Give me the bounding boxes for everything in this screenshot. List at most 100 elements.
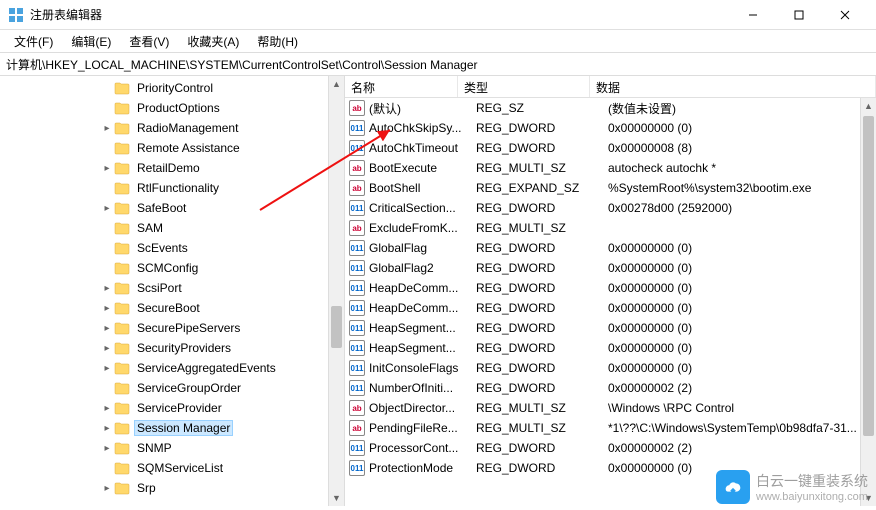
column-type[interactable]: 类型 xyxy=(458,76,590,97)
tree-item[interactable]: ▸SecureBoot xyxy=(4,298,344,318)
string-value-icon: ab xyxy=(349,220,365,236)
value-name: NumberOfIniti... xyxy=(369,381,476,395)
folder-icon xyxy=(114,81,130,95)
value-row[interactable]: abExcludeFromK...REG_MULTI_SZ xyxy=(345,218,876,238)
value-data: *1\??\C:\Windows\SystemTemp\0b98dfa7-31.… xyxy=(608,421,876,435)
value-type: REG_DWORD xyxy=(476,201,608,215)
folder-icon xyxy=(114,141,130,155)
column-name[interactable]: 名称 xyxy=(345,76,458,97)
tree-item[interactable]: PriorityControl xyxy=(4,78,344,98)
scroll-up-icon[interactable]: ▲ xyxy=(861,98,876,114)
minimize-button[interactable] xyxy=(730,0,776,30)
value-row[interactable]: 011AutoChkSkipSy...REG_DWORD0x00000000 (… xyxy=(345,118,876,138)
value-row[interactable]: 011AutoChkTimeoutREG_DWORD0x00000008 (8) xyxy=(345,138,876,158)
tree-scroll-thumb[interactable] xyxy=(331,306,342,348)
scroll-up-icon[interactable]: ▲ xyxy=(329,76,344,92)
value-row[interactable]: 011GlobalFlag2REG_DWORD0x00000000 (0) xyxy=(345,258,876,278)
tree-item-label: RtlFunctionality xyxy=(134,180,222,196)
value-name: HeapDeComm... xyxy=(369,281,476,295)
folder-icon xyxy=(114,341,130,355)
tree-item[interactable]: ▸SafeBoot xyxy=(4,198,344,218)
tree-item[interactable]: ServiceGroupOrder xyxy=(4,378,344,398)
value-row[interactable]: 011HeapDeComm...REG_DWORD0x00000000 (0) xyxy=(345,298,876,318)
binary-value-icon: 011 xyxy=(349,280,365,296)
value-type: REG_DWORD xyxy=(476,121,608,135)
folder-icon xyxy=(114,321,130,335)
value-row[interactable]: 011HeapSegment...REG_DWORD0x00000000 (0) xyxy=(345,318,876,338)
expand-arrow-icon xyxy=(100,241,114,255)
value-row[interactable]: 011NumberOfIniti...REG_DWORD0x00000002 (… xyxy=(345,378,876,398)
expand-arrow-icon[interactable]: ▸ xyxy=(100,321,114,335)
expand-arrow-icon[interactable]: ▸ xyxy=(100,201,114,215)
tree-item[interactable]: ▸Session Manager xyxy=(4,418,344,438)
address-bar[interactable]: 计算机\HKEY_LOCAL_MACHINE\SYSTEM\CurrentCon… xyxy=(0,52,876,76)
expand-arrow-icon[interactable]: ▸ xyxy=(100,361,114,375)
value-data: 0x00000000 (0) xyxy=(608,281,876,295)
value-row[interactable]: 011InitConsoleFlagsREG_DWORD0x00000000 (… xyxy=(345,358,876,378)
tree-item[interactable]: ▸RadioManagement xyxy=(4,118,344,138)
window-title: 注册表编辑器 xyxy=(30,6,102,23)
value-row[interactable]: abPendingFileRe...REG_MULTI_SZ*1\??\C:\W… xyxy=(345,418,876,438)
value-row[interactable]: 011ProcessorCont...REG_DWORD0x00000002 (… xyxy=(345,438,876,458)
tree-item[interactable]: SCMConfig xyxy=(4,258,344,278)
value-row[interactable]: abObjectDirector...REG_MULTI_SZ\Windows … xyxy=(345,398,876,418)
tree-item[interactable]: ▸ServiceAggregatedEvents xyxy=(4,358,344,378)
scroll-down-icon[interactable]: ▼ xyxy=(329,490,344,506)
value-row[interactable]: abBootExecuteREG_MULTI_SZautocheck autoc… xyxy=(345,158,876,178)
expand-arrow-icon[interactable]: ▸ xyxy=(100,301,114,315)
menu-file[interactable]: 文件(F) xyxy=(6,31,61,52)
tree-item[interactable]: ▸ Srp xyxy=(4,478,344,498)
expand-arrow-icon[interactable]: ▸ xyxy=(100,481,114,495)
value-row[interactable]: abBootShellREG_EXPAND_SZ%SystemRoot%\sys… xyxy=(345,178,876,198)
tree-item-label: SecurePipeServers xyxy=(134,320,243,336)
maximize-button[interactable] xyxy=(776,0,822,30)
values-pane[interactable]: 名称 类型 数据 ab(默认)REG_SZ(数值未设置)011AutoChkSk… xyxy=(345,76,876,506)
tree-item[interactable]: ▸SNMP xyxy=(4,438,344,458)
expand-arrow-icon[interactable]: ▸ xyxy=(100,281,114,295)
value-name: (默认) xyxy=(369,100,476,117)
tree-item[interactable]: ▸SecurityProviders xyxy=(4,338,344,358)
value-row[interactable]: 011HeapSegment...REG_DWORD0x00000000 (0) xyxy=(345,338,876,358)
value-row[interactable]: 011CriticalSection...REG_DWORD0x00278d00… xyxy=(345,198,876,218)
tree-item[interactable]: ProductOptions xyxy=(4,98,344,118)
menu-view[interactable]: 查看(V) xyxy=(121,31,177,52)
expand-arrow-icon[interactable]: ▸ xyxy=(100,121,114,135)
tree-item[interactable]: ScEvents xyxy=(4,238,344,258)
list-scroll-thumb[interactable] xyxy=(863,116,874,436)
expand-arrow-icon xyxy=(100,261,114,275)
expand-arrow-icon[interactable]: ▸ xyxy=(100,161,114,175)
value-name: GlobalFlag xyxy=(369,241,476,255)
tree-item[interactable]: ▸ServiceProvider xyxy=(4,398,344,418)
value-type: REG_MULTI_SZ xyxy=(476,161,608,175)
tree-item[interactable]: ▸RetailDemo xyxy=(4,158,344,178)
value-data: 0x00000000 (0) xyxy=(608,241,876,255)
expand-arrow-icon[interactable]: ▸ xyxy=(100,421,114,435)
expand-arrow-icon[interactable]: ▸ xyxy=(100,401,114,415)
tree-item[interactable]: SAM xyxy=(4,218,344,238)
column-data[interactable]: 数据 xyxy=(590,76,876,97)
watermark-url: www.baiyunxitong.com xyxy=(756,491,868,503)
menu-favorites[interactable]: 收藏夹(A) xyxy=(179,31,247,52)
menu-edit[interactable]: 编辑(E) xyxy=(63,31,119,52)
value-data: 0x00000000 (0) xyxy=(608,301,876,315)
tree-item[interactable]: SQMServiceList xyxy=(4,458,344,478)
expand-arrow-icon[interactable]: ▸ xyxy=(100,341,114,355)
value-type: REG_DWORD xyxy=(476,281,608,295)
menu-help[interactable]: 帮助(H) xyxy=(249,31,306,52)
tree-pane[interactable]: PriorityControlProductOptions▸RadioManag… xyxy=(0,76,345,506)
tree-item[interactable]: ▸ScsiPort xyxy=(4,278,344,298)
close-button[interactable] xyxy=(822,0,868,30)
string-value-icon: ab xyxy=(349,420,365,436)
value-data: 0x00000008 (8) xyxy=(608,141,876,155)
value-row[interactable]: ab(默认)REG_SZ(数值未设置) xyxy=(345,98,876,118)
tree-item[interactable]: ▸ SecurePipeServers xyxy=(4,318,344,338)
tree-item-label: Srp xyxy=(134,480,159,496)
value-name: HeapDeComm... xyxy=(369,301,476,315)
expand-arrow-icon[interactable]: ▸ xyxy=(100,441,114,455)
value-row[interactable]: 011GlobalFlagREG_DWORD0x00000000 (0) xyxy=(345,238,876,258)
tree-item[interactable]: RtlFunctionality xyxy=(4,178,344,198)
list-scrollbar[interactable]: ▲ ▼ xyxy=(860,98,876,506)
tree-scrollbar[interactable]: ▲ ▼ xyxy=(328,76,344,506)
tree-item[interactable]: Remote Assistance xyxy=(4,138,344,158)
value-row[interactable]: 011 HeapDeComm...REG_DWORD0x00000000 (0) xyxy=(345,278,876,298)
